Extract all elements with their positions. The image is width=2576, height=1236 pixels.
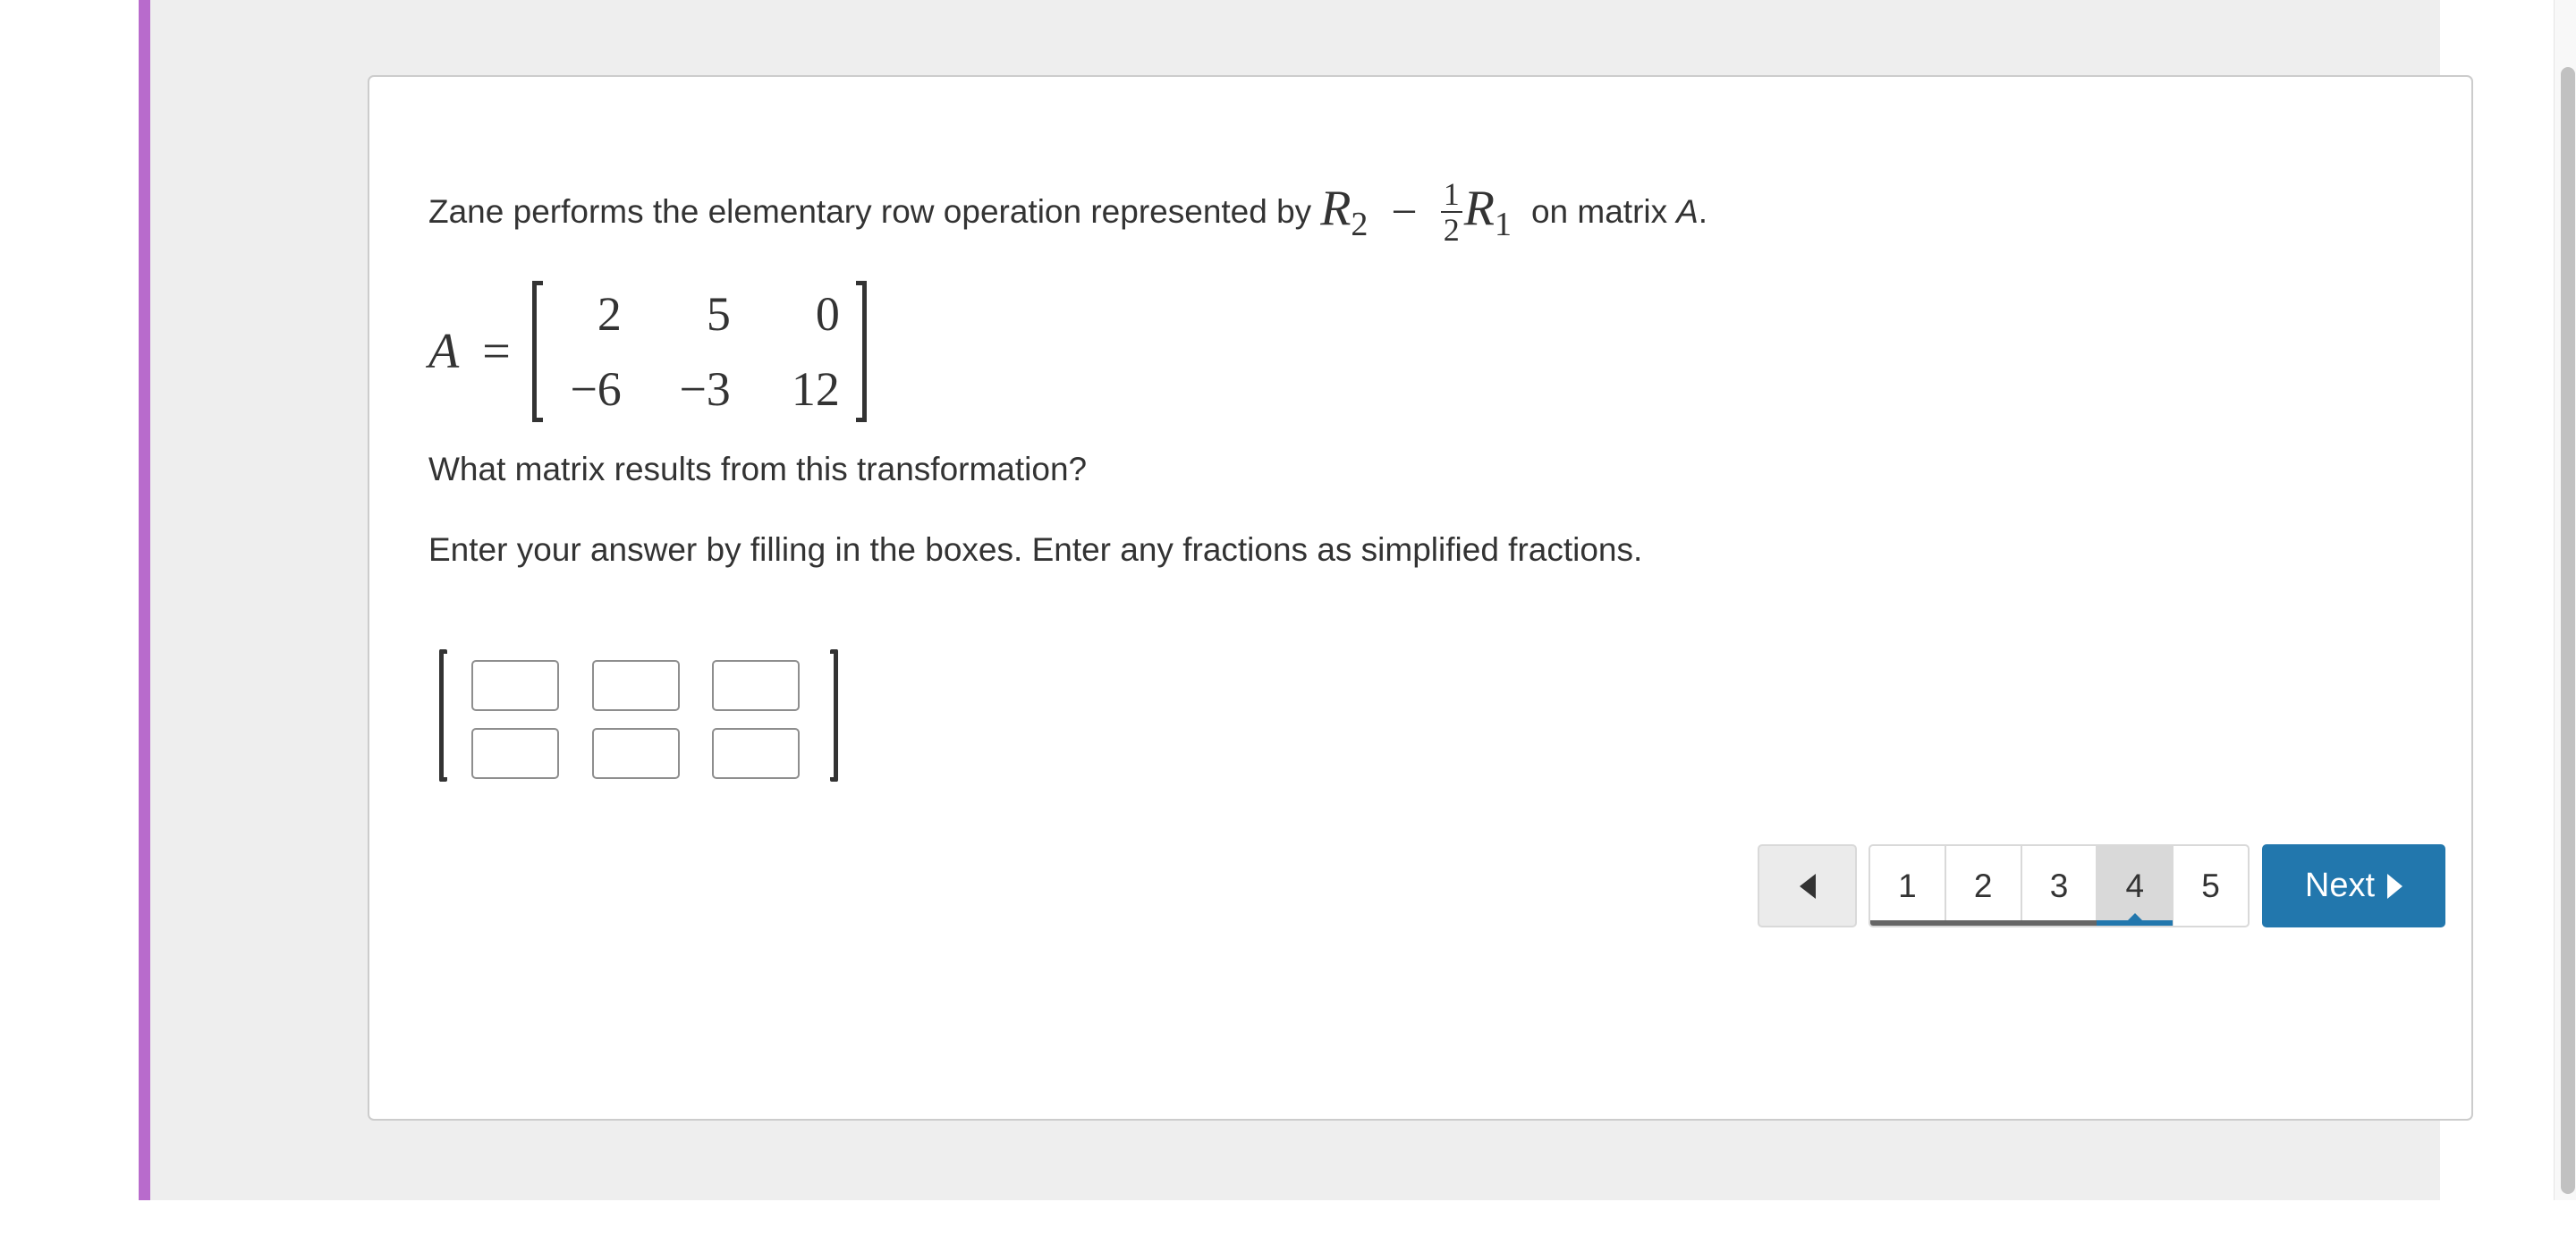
page-button-1[interactable]: 1 — [1870, 846, 1946, 926]
vertical-scrollbar[interactable] — [2554, 0, 2576, 1200]
progress-segment — [1870, 920, 1945, 926]
left-bracket — [531, 281, 543, 422]
matrix-a: 2 5 0 −6 −3 12 — [531, 281, 867, 422]
page-label: 1 — [1898, 867, 1917, 904]
matrix-cell: −3 — [679, 362, 731, 416]
page-button-4[interactable]: 4 — [2097, 846, 2174, 926]
page-label: 3 — [2049, 867, 2069, 904]
matrix-a-equation: A = 2 5 0 −6 −3 12 — [428, 281, 867, 422]
source-row: R1 — [1463, 181, 1512, 243]
page-viewport: Zane performs the elementary row operati… — [139, 0, 2576, 1200]
progress-segment — [2021, 920, 2097, 926]
page-button-2[interactable]: 2 — [1945, 846, 2022, 926]
accent-bar — [139, 0, 150, 1200]
question-intro: Zane performs the elementary row operati… — [428, 193, 1312, 230]
page-label: 2 — [1973, 867, 1993, 904]
next-label: Next — [2304, 867, 2376, 904]
page-label: 4 — [2125, 867, 2145, 904]
answer-box-r1c1[interactable] — [471, 660, 559, 711]
equals-sign: = — [482, 324, 511, 379]
page-label: 5 — [2201, 867, 2220, 904]
minus-operator: − — [1391, 186, 1418, 238]
triangle-right-icon — [2387, 873, 2403, 899]
answer-left-bracket — [439, 649, 447, 782]
current-page-caret-icon — [2126, 913, 2143, 921]
matrix-cell: 12 — [791, 362, 840, 416]
previous-button[interactable] — [1758, 844, 1857, 927]
progress-segment — [1945, 920, 2021, 926]
period: . — [1698, 193, 1708, 230]
matrix-name: A — [1676, 193, 1699, 230]
scrollbar-thumb[interactable] — [2561, 67, 2575, 1194]
coefficient-fraction: 1 2 — [1440, 177, 1462, 248]
matrix-cell: 2 — [597, 287, 622, 341]
page-button-3[interactable]: 3 — [2021, 846, 2098, 926]
prompt-text: What matrix results from this transforma… — [428, 451, 1088, 487]
answer-box-r2c2[interactable] — [592, 728, 680, 779]
answer-right-bracket — [830, 649, 838, 782]
answer-box-r2c1[interactable] — [471, 728, 559, 779]
page-button-5[interactable]: 5 — [2174, 846, 2248, 926]
page-navigation: 1 2 3 4 5 — [1868, 844, 2250, 927]
matrix-cell: 0 — [815, 287, 840, 341]
next-button[interactable]: Next — [2262, 844, 2445, 927]
right-bracket — [855, 281, 867, 422]
question-suffix: on matrix — [1530, 193, 1668, 230]
answer-box-r2c3[interactable] — [712, 728, 800, 779]
fraction-denominator: 2 — [1443, 212, 1460, 248]
fraction-numerator: 1 — [1440, 177, 1462, 213]
answer-matrix — [439, 649, 838, 782]
answer-box-r1c2[interactable] — [592, 660, 680, 711]
question-card: Zane performs the elementary row operati… — [368, 75, 2473, 1121]
matrix-a-label: A — [428, 324, 460, 379]
triangle-left-icon — [1799, 873, 1816, 899]
instructions-text: Enter your answer by filling in the boxe… — [428, 531, 1643, 568]
answer-box-r1c3[interactable] — [712, 660, 800, 711]
matrix-cell: 5 — [706, 287, 731, 341]
matrix-cell: −6 — [570, 362, 622, 416]
question-text: Zane performs the elementary row operati… — [428, 177, 1707, 247]
target-row: R2 — [1320, 181, 1368, 243]
